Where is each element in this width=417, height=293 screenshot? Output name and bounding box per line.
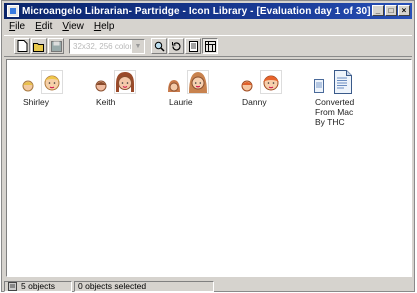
- chevron-down-icon[interactable]: ▼: [131, 39, 144, 53]
- icon-format-value: 32x32, 256 colors: [73, 41, 137, 51]
- icon-label: Laurie: [169, 97, 193, 107]
- save-disk-icon: [50, 40, 62, 52]
- menu-edit[interactable]: Edit: [30, 21, 57, 32]
- find-button[interactable]: [151, 38, 167, 54]
- icon-item-danny[interactable]: Danny: [240, 68, 300, 107]
- objects-icon: [8, 281, 17, 291]
- menu-file[interactable]: File: [4, 21, 30, 32]
- icon-label: Shirley: [23, 97, 49, 107]
- toolbar: 32x32, 256 colors ▼: [4, 35, 412, 57]
- menu-view[interactable]: View: [57, 21, 89, 32]
- menu-help-label: elp: [101, 21, 115, 32]
- window-title: Microangelo Librarian- Partridge - Icon …: [22, 5, 371, 17]
- status-object-count: 5 objects: [4, 280, 72, 292]
- status-bar: 5 objects 0 objects selected: [4, 280, 412, 292]
- icon-item-converted[interactable]: Converted From Mac By THC: [313, 68, 373, 127]
- icon-format-select[interactable]: 32x32, 256 colors ▼: [69, 38, 145, 54]
- window-controls: _ □ ×: [372, 5, 410, 16]
- menu-edit-label: dit: [41, 21, 53, 32]
- menu-file-label: ile: [15, 21, 26, 32]
- menu-view-label: iew: [68, 21, 84, 32]
- object-count-text: 5 objects: [21, 281, 56, 291]
- open-folder-icon: [33, 42, 44, 52]
- icon-list-view[interactable]: Shirley Keith Laurie Danny Converted Fro…: [6, 59, 412, 277]
- refresh-button[interactable]: [168, 38, 184, 54]
- properties-button[interactable]: [185, 38, 201, 54]
- icon-label: Keith: [96, 97, 116, 107]
- menu-help[interactable]: Help: [89, 21, 120, 32]
- minimize-button[interactable]: _: [372, 5, 384, 16]
- grid-view-icon: [204, 40, 216, 52]
- close-button[interactable]: ×: [398, 5, 410, 16]
- shirley-small-face-icon: [22, 80, 34, 92]
- danny-small-face-icon: [241, 80, 253, 92]
- shirley-large-face-icon: [41, 70, 63, 94]
- icon-thumbnails: [313, 68, 373, 94]
- refresh-icon: [171, 41, 181, 51]
- laurie-small-face-icon: [168, 80, 180, 92]
- icon-thumbnails: [21, 68, 81, 94]
- document-icon: [188, 40, 198, 52]
- magnifier-icon: [154, 41, 165, 52]
- selection-text: 0 objects selected: [78, 281, 147, 291]
- status-selection: 0 objects selected: [74, 280, 214, 292]
- icon-label: Danny: [242, 97, 267, 107]
- keith-large-face-icon: [114, 70, 136, 94]
- app-icon[interactable]: [7, 5, 19, 17]
- maximize-button[interactable]: □: [385, 5, 397, 16]
- document-small-icon: [314, 79, 324, 93]
- icon-thumbnails: [167, 68, 227, 94]
- menu-edit-mnemonic: E: [35, 21, 42, 32]
- document-large-icon: [334, 70, 352, 94]
- icon-item-laurie[interactable]: Laurie: [167, 68, 227, 107]
- laurie-large-face-icon: [187, 70, 209, 94]
- save-button[interactable]: [48, 38, 64, 54]
- danny-large-face-icon: [260, 70, 282, 94]
- icon-item-shirley[interactable]: Shirley: [21, 68, 81, 107]
- keith-small-face-icon: [95, 80, 107, 92]
- menu-bar: File Edit View Help: [4, 20, 412, 33]
- open-button[interactable]: [31, 38, 47, 54]
- icon-thumbnails: [94, 68, 154, 94]
- app-window: Microangelo Librarian- Partridge - Icon …: [1, 0, 415, 292]
- new-file-icon: [17, 40, 27, 52]
- icon-label: Converted From Mac By THC: [315, 97, 355, 127]
- icon-thumbnails: [240, 68, 300, 94]
- title-bar[interactable]: Microangelo Librarian- Partridge - Icon …: [4, 3, 412, 19]
- new-button[interactable]: [14, 38, 30, 54]
- large-icons-view-button[interactable]: [202, 38, 218, 54]
- icon-item-keith[interactable]: Keith: [94, 68, 154, 107]
